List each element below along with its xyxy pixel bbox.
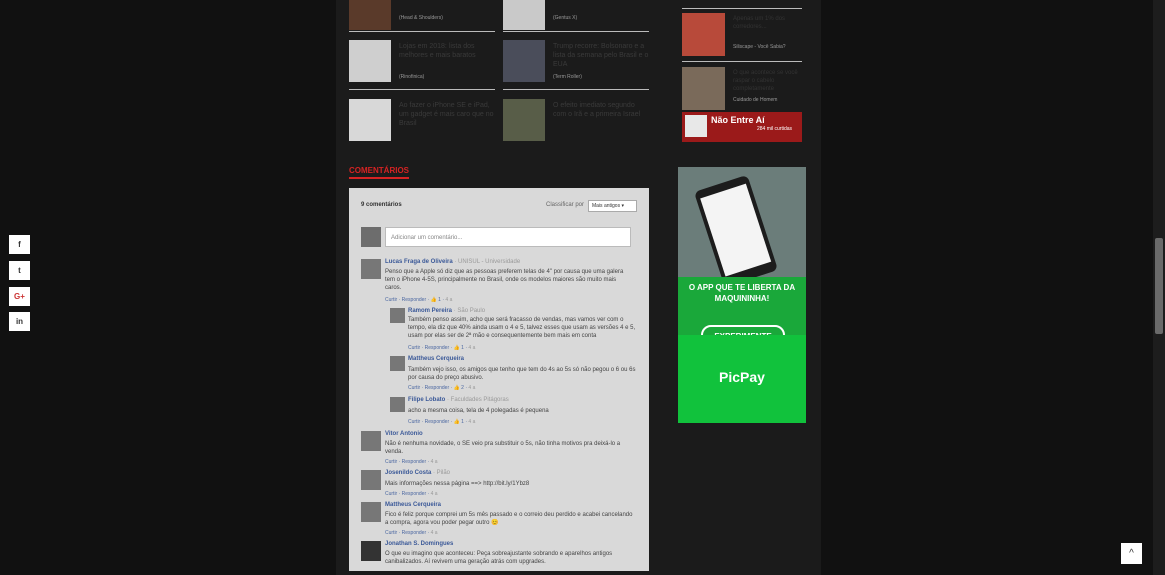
banner-title: Não Entre Aí <box>711 115 765 125</box>
article-thumbnail[interactable] <box>503 99 545 141</box>
page-logo <box>685 115 707 137</box>
comment-text: O que eu imagino que aconteceu: Peça sob… <box>385 551 613 565</box>
comment-actions[interactable]: Curtir · Responder · 👍 1 · 4 a <box>408 345 475 351</box>
divider <box>503 89 649 90</box>
facebook-share-icon[interactable]: f <box>9 235 30 254</box>
avatar[interactable] <box>361 470 381 490</box>
comment-author[interactable]: Ramom Pereira · São Paulo <box>408 308 485 314</box>
sidebar-source: Siliscape - Você Sabia? <box>733 44 786 50</box>
comment-count: 9 comentários <box>361 202 402 208</box>
avatar[interactable] <box>361 431 381 451</box>
article-card[interactable]: Lojas em 2018: lista dos melhores e mais… <box>349 40 494 88</box>
avatar[interactable] <box>390 308 405 323</box>
article-thumbnail[interactable] <box>503 40 545 82</box>
article-title[interactable]: Trump recorre: Bolsonaro e a lista da se… <box>553 42 649 69</box>
comment-actions[interactable]: Curtir · Responder · 👍 2 · 4 a <box>408 385 475 391</box>
article-card[interactable]: Trump recorre: Bolsonaro e a lista da se… <box>503 40 648 88</box>
comment-actions[interactable]: Curtir · Responder · 4 a <box>385 459 438 465</box>
sort-select[interactable]: Mais antigos ▾ <box>588 200 637 212</box>
back-to-top-button[interactable]: ^ <box>1121 543 1142 564</box>
article-source: (Head & Shoulders) <box>399 15 443 21</box>
google-plus-share-icon[interactable]: G+ <box>9 287 30 306</box>
comments-widget: 9 comentários Classificar por Mais antig… <box>349 188 649 571</box>
sidebar-title[interactable]: Apenas um 1% dos corredores... <box>733 15 803 31</box>
avatar[interactable] <box>361 502 381 522</box>
banner-likes: 284 mil curtidas <box>757 126 793 132</box>
avatar[interactable] <box>390 356 405 371</box>
divider <box>503 31 649 32</box>
avatar[interactable] <box>361 541 381 561</box>
ad-brand: PicPay <box>719 369 765 385</box>
article-card[interactable]: O efeito imediato segundo com o Irã e a … <box>503 99 648 147</box>
comment-actions[interactable]: Curtir · Responder · 4 a <box>385 491 438 497</box>
comment-actions[interactable]: Curtir · Responder · 👍 1 · 4 a <box>408 419 475 425</box>
comment-author[interactable]: Mattheus Cerqueira <box>385 502 441 508</box>
comment-author[interactable]: Filipe Lobato · Faculdades Pitágoras <box>408 397 509 403</box>
comment-text: Também vejo isso, os amigos que tenho qu… <box>408 367 636 381</box>
comment-author[interactable]: Lucas Fraga de Oliveira · UNISUL - Unive… <box>385 259 520 265</box>
article-source: (Gentus X) <box>553 15 578 21</box>
picpay-ad[interactable]: O APP QUE TE LIBERTA DA MAQUININHA! EXPE… <box>678 167 806 423</box>
linkedin-share-icon[interactable]: in <box>9 312 30 331</box>
comment-input[interactable]: Adicionar um comentário... <box>385 227 631 247</box>
comment-text: Também penso assim, acho que será fracas… <box>408 317 636 339</box>
article-thumbnail[interactable] <box>349 0 391 30</box>
comment-author[interactable]: Vitor Antonio <box>385 431 423 437</box>
sidebar-source: Cuidado de Homem <box>733 97 778 103</box>
ad-headline: O APP QUE TE LIBERTA DA MAQUININHA! <box>688 283 796 303</box>
comment-author[interactable]: Mattheus Cerqueira <box>408 356 464 362</box>
sidebar-thumbnail[interactable] <box>682 13 725 56</box>
comment-text: acho a mesma coisa, tela de 4 polegadas … <box>408 408 549 414</box>
comment-text: Mais informações nessa página ==> http:/… <box>385 481 530 487</box>
comment-actions[interactable]: Curtir · Responder · 4 a <box>385 530 438 536</box>
article-source: (Term Roller) <box>553 74 582 80</box>
article-title[interactable]: Lojas em 2018: lista dos melhores e mais… <box>399 42 495 60</box>
article-thumbnail[interactable] <box>503 0 545 30</box>
sidebar-title[interactable]: O que acontece se você raspar o cabelo c… <box>733 69 803 93</box>
comments-heading: COMENTÁRIOS <box>349 166 409 179</box>
sort-label: Classificar por <box>546 202 585 208</box>
comment-text: Não é nenhuma novidade, o SE veio pra su… <box>385 441 621 455</box>
avatar <box>361 227 381 247</box>
divider <box>349 31 495 32</box>
article-title[interactable]: Ao fazer o iPhone SE e iPad, um gadget é… <box>399 101 495 128</box>
avatar[interactable] <box>361 259 381 279</box>
comment-author[interactable]: Josenildo Costa · Pilão <box>385 470 450 476</box>
comment-actions[interactable]: Curtir · Responder · 👍 1 · 4 a <box>385 297 452 303</box>
divider <box>682 8 802 9</box>
comment-text: Fico é feliz porque comprei um 5s mês pa… <box>385 512 633 526</box>
avatar[interactable] <box>390 397 405 412</box>
facebook-page-banner[interactable]: Não Entre Aí 284 mil curtidas <box>682 112 802 142</box>
scrollbar-thumb[interactable] <box>1155 238 1163 334</box>
article-thumbnail[interactable] <box>349 40 391 82</box>
twitter-share-icon[interactable]: t <box>9 261 30 280</box>
article-title[interactable]: O efeito imediato segundo com o Irã e a … <box>553 101 649 119</box>
divider <box>349 89 495 90</box>
scrollbar[interactable] <box>1153 0 1165 575</box>
article-card[interactable]: Ao fazer o iPhone SE e iPad, um gadget é… <box>349 99 494 147</box>
sidebar-thumbnail[interactable] <box>682 67 725 110</box>
article-thumbnail[interactable] <box>349 99 391 141</box>
divider <box>682 61 802 62</box>
comment-author[interactable]: Jonathan S. Domingues <box>385 541 453 547</box>
article-source: (Rinofinica) <box>399 74 425 80</box>
comment-text: Penso que a Apple só diz que as pessoas … <box>385 269 624 291</box>
